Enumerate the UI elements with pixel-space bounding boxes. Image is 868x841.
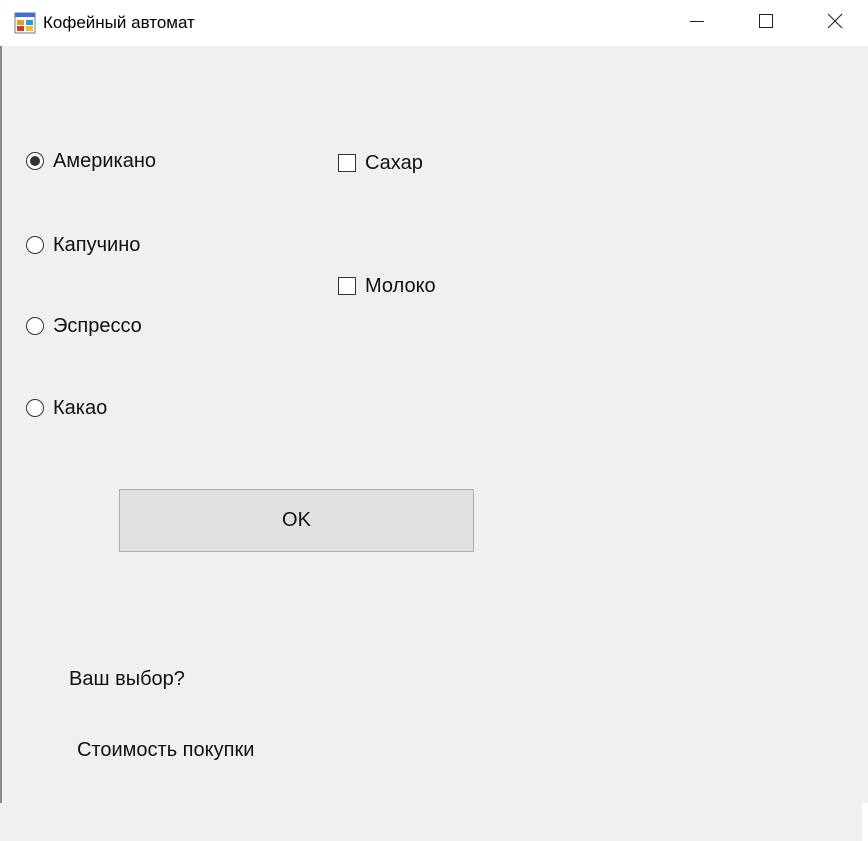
radio-cappuccino[interactable]: Капучино [26,233,140,257]
checkbox-label-milk[interactable]: Молоко [365,275,436,298]
window-left-border [0,46,2,803]
radio-label-cappuccino[interactable]: Капучино [53,234,140,257]
radio-circle[interactable] [26,317,44,335]
maximize-icon [758,13,774,34]
checkbox-box[interactable] [338,154,356,172]
radio-americano[interactable]: Американо [26,149,156,173]
window-bottom-area [0,803,868,841]
checkbox-milk[interactable]: Молоко [338,274,436,298]
radio-espresso[interactable]: Эспрессо [26,314,142,338]
window-corner [862,803,868,841]
cost-label: Стоимость покупки [77,739,255,761]
close-button[interactable] [800,0,868,46]
window-title: Кофейный автомат [43,13,195,32]
close-icon [827,13,843,34]
radio-cocoa[interactable]: Какао [26,396,107,420]
minimize-button[interactable] [662,0,732,46]
ok-button-label: OK [282,509,311,531]
maximize-button[interactable] [731,0,801,46]
title-bar: Кофейный автомат [0,0,868,46]
radio-selected-dot [30,156,40,166]
radio-circle[interactable] [26,152,44,170]
checkbox-sugar[interactable]: Сахар [338,151,423,175]
radio-circle[interactable] [26,399,44,417]
checkbox-box[interactable] [338,277,356,295]
radio-label-americano[interactable]: Американо [53,150,156,173]
radio-circle[interactable] [26,236,44,254]
choice-label: Ваш выбор? [69,668,185,690]
app-form-icon [14,12,36,34]
checkbox-label-sugar[interactable]: Сахар [365,152,423,175]
radio-label-cocoa[interactable]: Какао [53,397,107,420]
ok-button[interactable]: OK [119,489,474,552]
coffee-machine-window: Кофейный автомат Американо Капучино Эспр… [0,0,868,841]
minimize-icon [689,13,705,34]
radio-label-espresso[interactable]: Эспрессо [53,315,142,338]
